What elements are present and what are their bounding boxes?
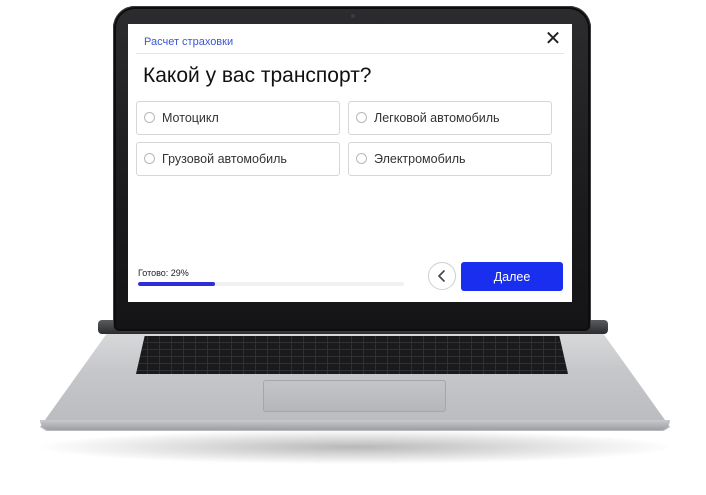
laptop-shadow (40, 430, 670, 464)
option-label: Мотоцикл (162, 111, 219, 125)
breadcrumb[interactable]: Расчет страховки (144, 36, 233, 48)
chevron-left-icon (438, 270, 445, 282)
laptop-base-front (40, 420, 670, 430)
question-title: Какой у вас транспорт? (143, 64, 372, 87)
laptop-keyboard (136, 336, 568, 374)
radio-icon[interactable] (356, 153, 367, 164)
progress-bar (138, 282, 404, 286)
progress-label: Готово: 29% (138, 268, 189, 278)
header-divider (136, 53, 564, 54)
option-passenger-car[interactable]: Легковой автомобиль (348, 101, 552, 135)
radio-icon[interactable] (356, 112, 367, 123)
option-electric-car[interactable]: Электромобиль (348, 142, 552, 176)
radio-icon[interactable] (144, 153, 155, 164)
option-motorcycle[interactable]: Мотоцикл (136, 101, 340, 135)
back-button[interactable] (428, 262, 456, 290)
laptop-screen: Расчет страховки ✕ Какой у вас транспорт… (128, 24, 572, 302)
webcam (351, 14, 355, 18)
option-label: Грузовой автомобиль (162, 152, 287, 166)
radio-icon[interactable] (144, 112, 155, 123)
laptop-trackpad (263, 380, 446, 412)
option-label: Электромобиль (374, 152, 466, 166)
close-icon[interactable]: ✕ (544, 29, 562, 49)
next-button[interactable]: Далее (461, 262, 563, 291)
progress-fill (138, 282, 216, 286)
option-label: Легковой автомобиль (374, 111, 500, 125)
option-truck[interactable]: Грузовой автомобиль (136, 142, 340, 176)
